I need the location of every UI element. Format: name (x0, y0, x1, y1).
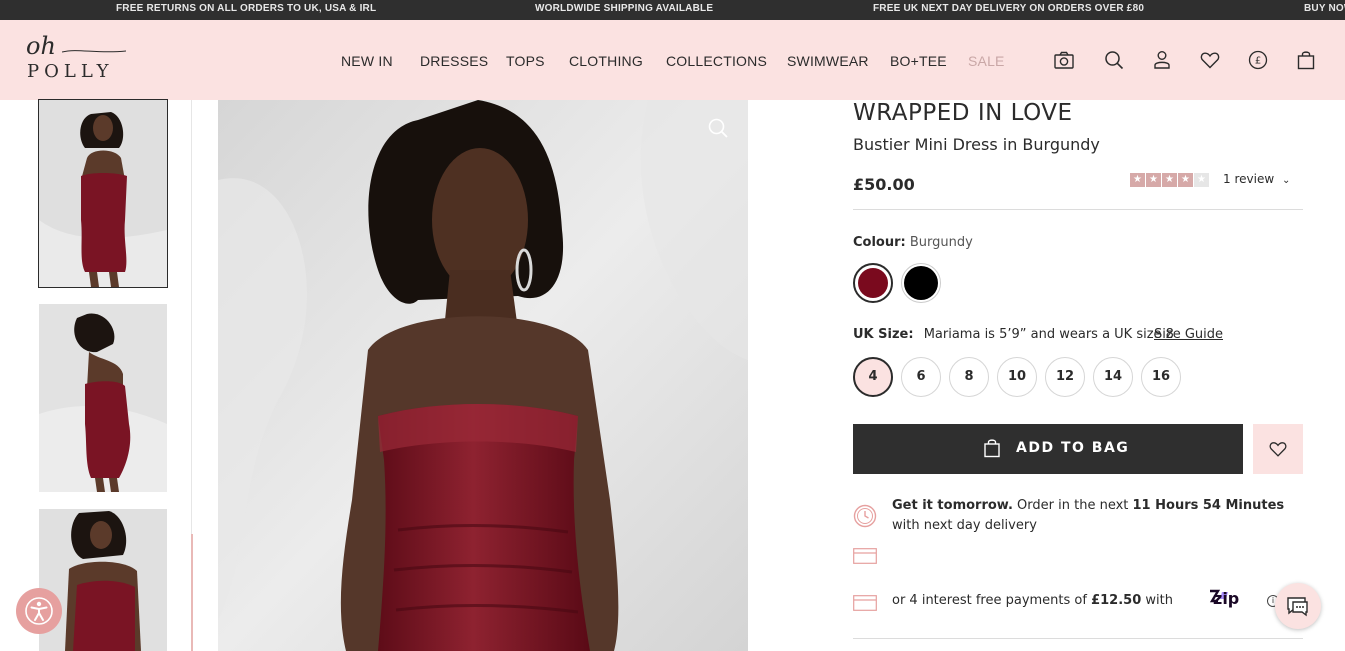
size-option-4[interactable]: 4 (853, 357, 893, 397)
thumbnail-detail[interactable] (39, 509, 167, 651)
pay-prefix: or 4 interest free payments of (892, 593, 1092, 608)
nav-sale[interactable]: SALE (968, 53, 1005, 69)
clock-icon (853, 504, 877, 528)
logo-polly: POLLY (27, 61, 114, 82)
size-guide-link[interactable]: Size Guide (1154, 327, 1223, 342)
thumbnail-back[interactable] (39, 304, 167, 492)
delivery-headline: Get it tomorrow. (892, 498, 1013, 513)
product-photo (218, 100, 748, 651)
wishlist-icon[interactable] (1199, 49, 1221, 71)
size-label-text: UK Size: (853, 327, 914, 342)
rating-stars[interactable]: ★ ★ ★ ★ ★ (1130, 173, 1209, 187)
camera-icon[interactable] (1053, 49, 1075, 71)
chevron-down-icon: ⌄ (1281, 175, 1291, 186)
colour-swatch-burgundy[interactable] (853, 263, 893, 303)
nav-bo-tee[interactable]: BO+TEE (890, 53, 947, 69)
star-empty-icon: ★ (1194, 173, 1209, 187)
zip-logo: zip (1209, 589, 1239, 608)
bag-icon (984, 439, 1000, 458)
size-label: UK Size: Mariama is 5’9” and wears a UK … (853, 327, 1174, 342)
add-to-bag-label: ADD TO BAG (1016, 440, 1130, 456)
chat-icon (1287, 597, 1308, 617)
card-icon (853, 595, 877, 611)
star-icon: ★ (1146, 173, 1161, 187)
size-option-14[interactable]: 14 (1093, 357, 1133, 397)
divider (853, 638, 1303, 639)
size-option-12[interactable]: 12 (1045, 357, 1085, 397)
add-to-wishlist-button[interactable] (1253, 424, 1303, 474)
promo-message: FREE RETURNS ON ALL ORDERS TO UK, USA & … (116, 3, 377, 14)
size-option-6[interactable]: 6 (901, 357, 941, 397)
product-price: £50.00 (853, 175, 915, 194)
currency-icon[interactable]: £ (1247, 49, 1269, 71)
promo-message: FREE UK NEXT DAY DELIVERY ON ORDERS OVER… (873, 3, 1145, 14)
colour-value: Burgundy (909, 235, 973, 250)
accessibility-button[interactable] (16, 588, 62, 634)
pay-suffix: with (1141, 593, 1173, 608)
nav-clothing[interactable]: CLOTHING (569, 53, 643, 69)
size-option-8[interactable]: 8 (949, 357, 989, 397)
bag-icon[interactable] (1295, 49, 1317, 71)
product-subtitle: Bustier Mini Dress in Burgundy (853, 135, 1100, 154)
logo-swash (62, 50, 126, 53)
nav-dresses[interactable]: DRESSES (420, 53, 488, 69)
product-title: WRAPPED IN LOVE (853, 100, 1073, 126)
delivery-text: Order in the next (1012, 498, 1133, 513)
colour-swatch-black[interactable] (901, 263, 941, 303)
logo-oh: oh (26, 32, 56, 60)
add-to-bag-button[interactable]: ADD TO BAG (853, 424, 1243, 474)
size-option-10[interactable]: 10 (997, 357, 1037, 397)
star-icon: ★ (1162, 173, 1177, 187)
star-icon: ★ (1130, 173, 1145, 187)
thumbnail-gallery (0, 99, 195, 651)
nav-new-in[interactable]: NEW IN (341, 53, 393, 69)
colour-label: Colour: Burgundy (853, 235, 973, 250)
review-link[interactable]: 1 review ⌄ (1223, 172, 1290, 186)
size-option-16[interactable]: 16 (1141, 357, 1181, 397)
gallery-scroll-indicator[interactable] (191, 534, 193, 651)
currency-symbol: £ (1255, 56, 1261, 67)
colour-label-text: Colour: (853, 235, 906, 250)
delivery-message: Get it tomorrow. Order in the next 11 Ho… (892, 496, 1303, 536)
size-model-note: Mariama is 5’9” and wears a UK size 8 (923, 327, 1174, 342)
main-product-image[interactable] (218, 100, 748, 651)
divider (853, 209, 1303, 210)
site-header: oh POLLY NEW IN DRESSES TOPS CLOTHING CO… (0, 20, 1345, 100)
nav-swimwear[interactable]: SWIMWEAR (787, 53, 869, 69)
search-icon[interactable] (1103, 49, 1125, 71)
thumbnail-front[interactable] (38, 99, 168, 288)
nav-collections[interactable]: COLLECTIONS (666, 53, 767, 69)
delivery-countdown: 11 Hours 54 Minutes (1132, 498, 1285, 513)
review-count: 1 review (1223, 172, 1275, 186)
chat-button[interactable] (1275, 583, 1321, 629)
zip-payment-message: or 4 interest free payments of £12.50 wi… (892, 593, 1173, 608)
logo[interactable]: oh POLLY (26, 32, 128, 86)
zip-logo-text: zip (1213, 589, 1239, 608)
nav-tops[interactable]: TOPS (506, 53, 545, 69)
delivery-suffix: with next day delivery (892, 518, 1037, 533)
zoom-icon[interactable] (707, 117, 729, 139)
accessibility-icon (25, 597, 53, 625)
pay-amount: £12.50 (1091, 593, 1142, 608)
account-icon[interactable] (1151, 49, 1173, 71)
promo-bar: FREE RETURNS ON ALL ORDERS TO UK, USA & … (0, 0, 1345, 20)
swatch-dot (904, 266, 938, 300)
promo-message: BUY NOW (1304, 3, 1345, 14)
heart-icon (1269, 442, 1287, 457)
promo-message: WORLDWIDE SHIPPING AVAILABLE (535, 3, 714, 14)
card-icon (853, 548, 877, 564)
star-icon: ★ (1178, 173, 1193, 187)
swatch-dot (858, 268, 888, 298)
